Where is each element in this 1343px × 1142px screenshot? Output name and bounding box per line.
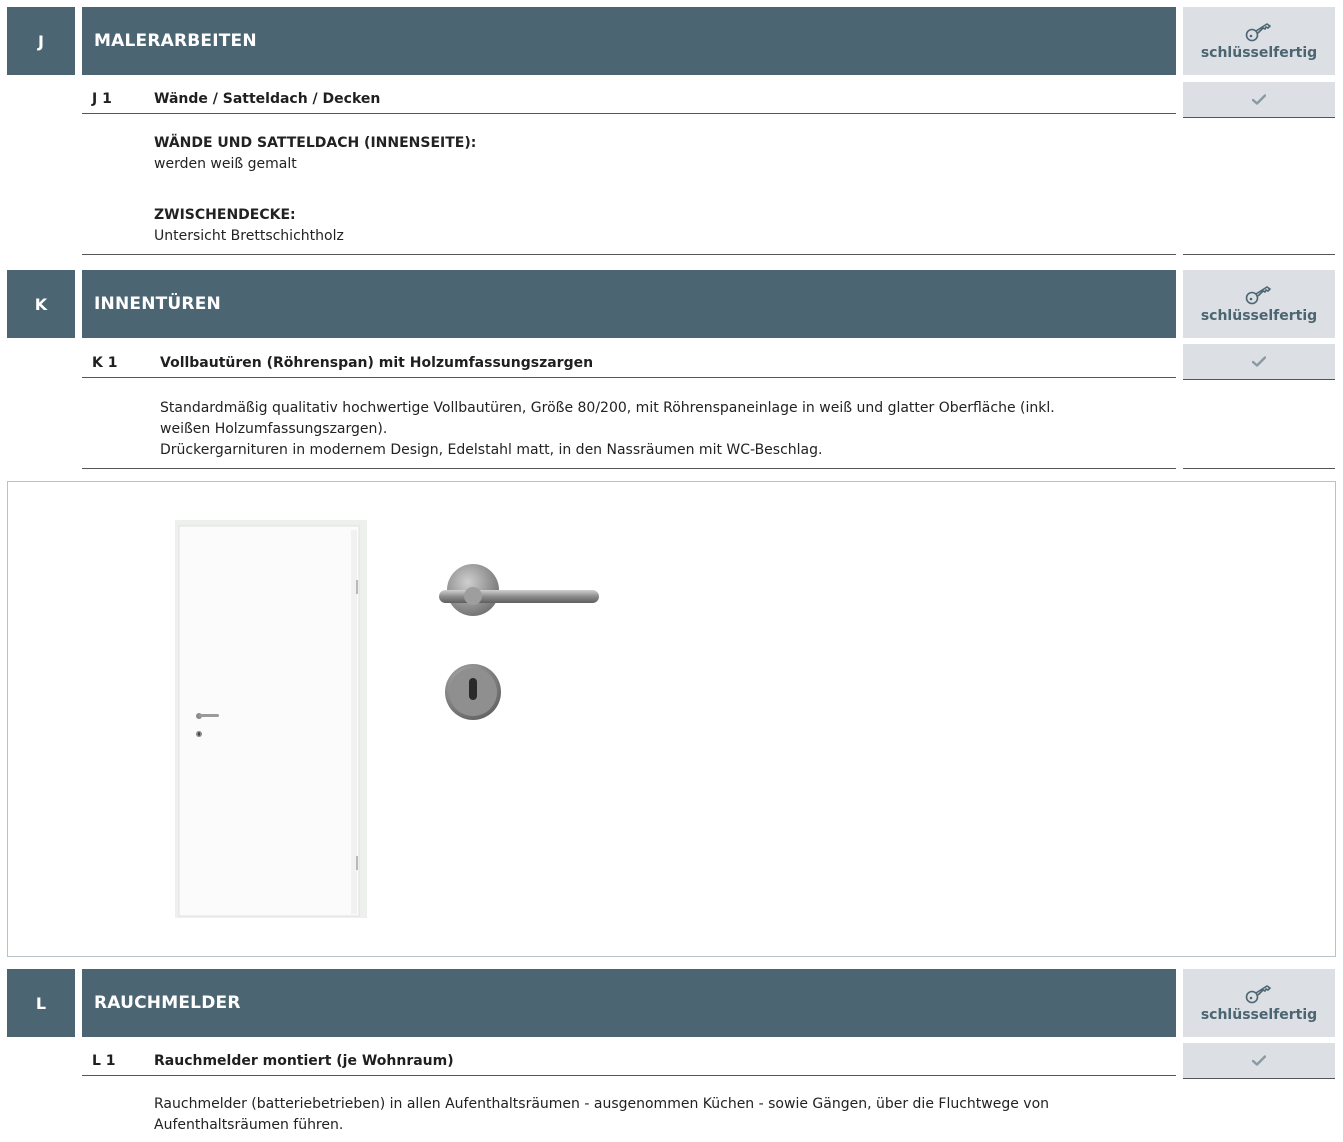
key-icon xyxy=(1245,284,1273,306)
checkmark-icon xyxy=(1251,1052,1267,1070)
section-letter-label: J xyxy=(38,31,44,51)
status-box-l: schlüsselfertig xyxy=(1183,969,1335,1037)
status-box-j: schlüsselfertig xyxy=(1183,7,1335,75)
section-divider xyxy=(1183,468,1335,469)
block-heading: ZWISCHENDECKE: xyxy=(154,207,296,223)
section-divider xyxy=(82,468,1176,469)
section-divider xyxy=(82,254,1176,255)
section-title-bar-k: INNENTÜREN xyxy=(82,270,1176,338)
section-title: RAUCHMELDER xyxy=(94,993,241,1013)
block-heading: WÄNDE UND SATTELDACH (INNENSEITE): xyxy=(154,135,477,151)
item-code: J 1 xyxy=(92,91,112,107)
key-icon xyxy=(1245,983,1273,1005)
section-title: INNENTÜREN xyxy=(94,294,221,314)
status-label: schlüsselfertig xyxy=(1200,308,1318,324)
item-code: K 1 xyxy=(92,355,118,371)
included-check-l1 xyxy=(1183,1043,1335,1079)
text-line: Rauchmelder (batteriebetrieben) in allen… xyxy=(154,1096,1050,1112)
section-letter-k: K xyxy=(7,270,75,338)
door-handle-image xyxy=(439,564,599,616)
item-row-j1: J 1 Wände / Satteldach / Decken xyxy=(82,84,1176,114)
included-check-j1 xyxy=(1183,82,1335,118)
item-code: L 1 xyxy=(92,1053,116,1069)
status-box-k: schlüsselfertig xyxy=(1183,270,1335,338)
door-image xyxy=(175,520,367,918)
item-row-l1: L 1 Rauchmelder montiert (je Wohnraum) xyxy=(82,1046,1176,1076)
key-icon xyxy=(1245,21,1273,43)
text-line: Drückergarnituren in modernem Design, Ed… xyxy=(160,442,823,458)
text-line: Standardmäßig qualitativ hochwertige Vol… xyxy=(160,400,1055,416)
text-block-walls: WÄNDE UND SATTELDACH (INNENSEITE): werde… xyxy=(154,133,476,175)
section-title-bar-j: MALERARBEITEN xyxy=(82,7,1176,75)
included-check-k1 xyxy=(1183,344,1335,380)
section-letter-label: K xyxy=(34,294,48,314)
item-title: Wände / Satteldach / Decken xyxy=(154,91,381,107)
section-divider xyxy=(1183,254,1335,255)
item-title: Vollbautüren (Röhrenspan) mit Holzumfass… xyxy=(160,355,594,371)
block-text: werden weiß gemalt xyxy=(154,156,297,172)
section-title: MALERARBEITEN xyxy=(94,31,257,51)
section-title-bar-l: RAUCHMELDER xyxy=(82,969,1176,1037)
text-line: Aufenthaltsräumen führen. xyxy=(154,1117,344,1133)
text-block-ceiling: ZWISCHENDECKE: Untersicht Brettschichtho… xyxy=(154,205,344,247)
section-letter-l: L xyxy=(7,969,75,1037)
checkmark-icon xyxy=(1251,353,1267,371)
section-letter-label: L xyxy=(35,993,47,1013)
checkmark-icon xyxy=(1251,91,1267,109)
text-block-doors: Standardmäßig qualitativ hochwertige Vol… xyxy=(160,398,1170,461)
product-image-panel xyxy=(7,481,1336,957)
key-rose-image xyxy=(445,664,501,720)
status-label: schlüsselfertig xyxy=(1200,45,1318,61)
status-label: schlüsselfertig xyxy=(1200,1007,1318,1023)
item-title: Rauchmelder montiert (je Wohnraum) xyxy=(154,1053,454,1069)
text-block-smoke-detectors: Rauchmelder (batteriebetrieben) in allen… xyxy=(154,1094,1164,1136)
item-row-k1: K 1 Vollbautüren (Röhrenspan) mit Holzum… xyxy=(82,348,1176,378)
block-text: Untersicht Brettschichtholz xyxy=(154,228,344,244)
text-line: weißen Holzumfassungszargen). xyxy=(160,421,388,437)
section-letter-j: J xyxy=(7,7,75,75)
